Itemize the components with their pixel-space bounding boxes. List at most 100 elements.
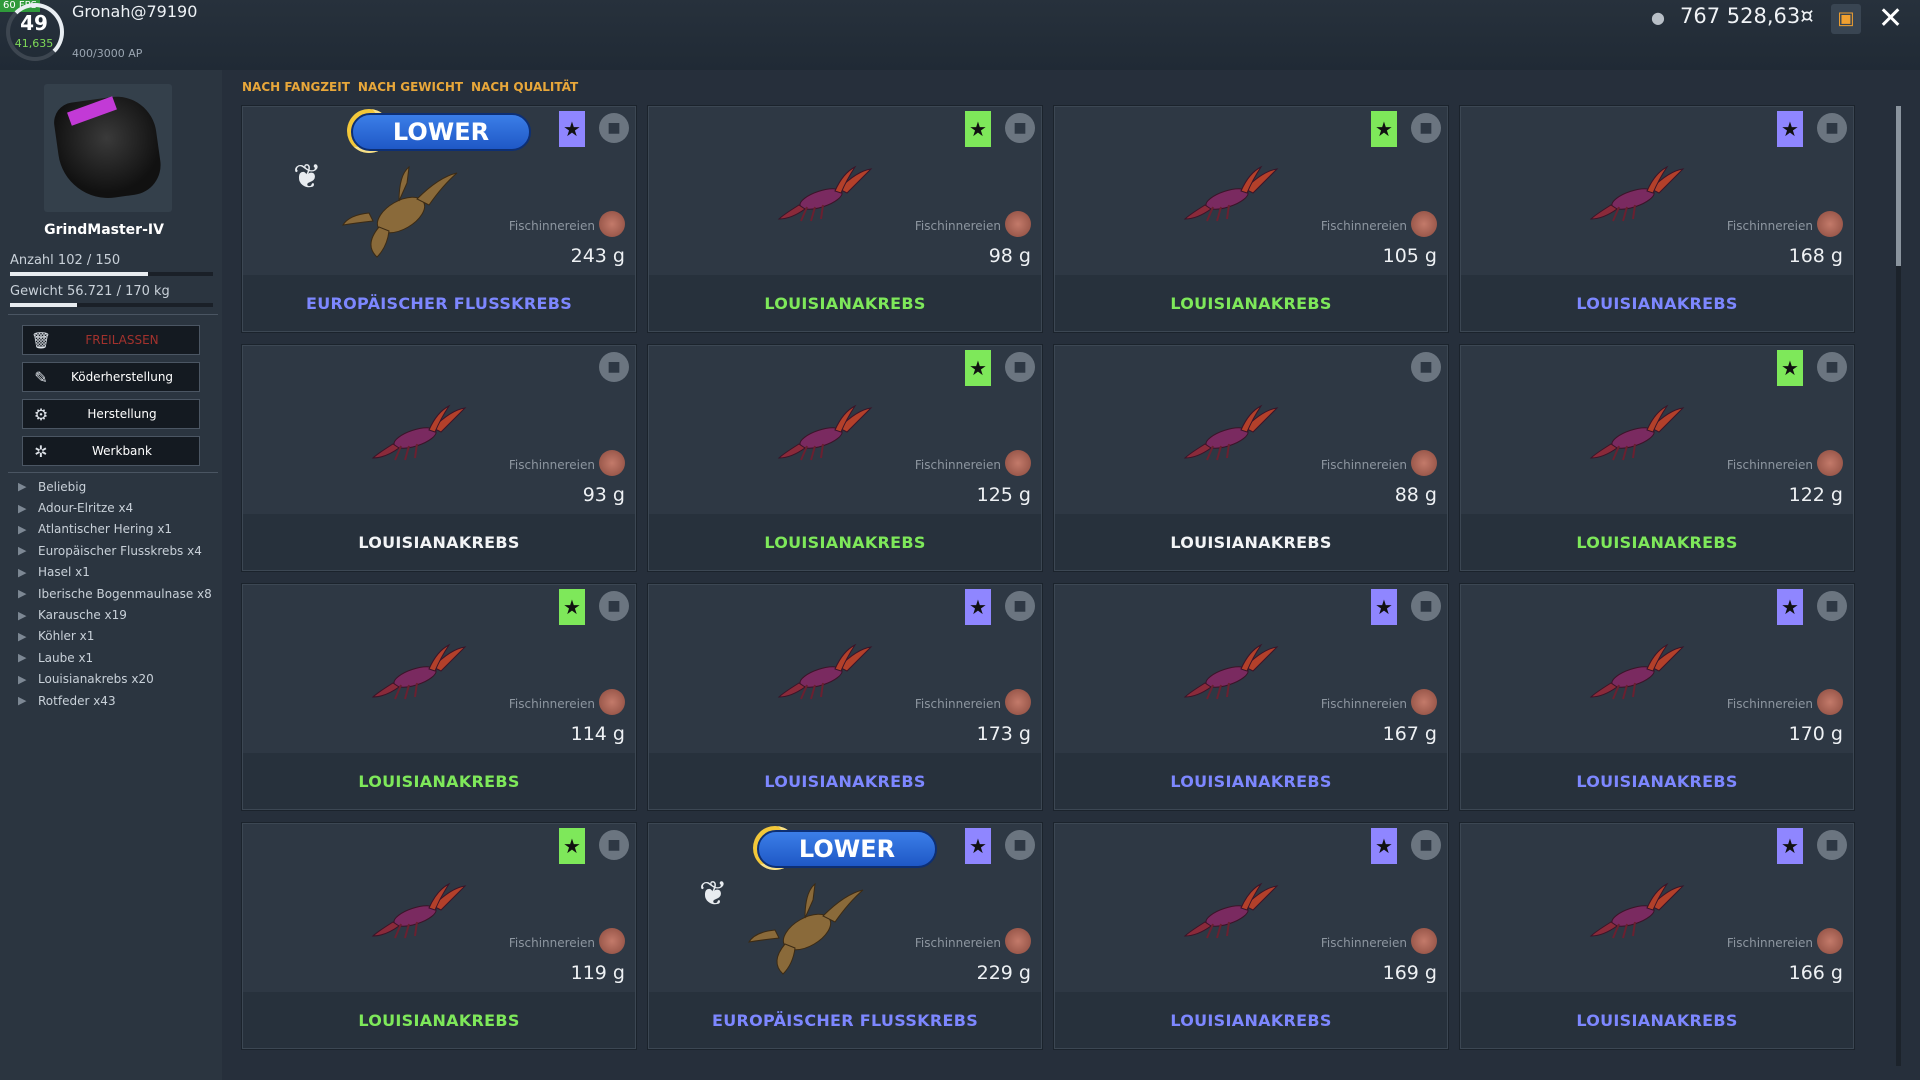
catch-card[interactable]: ■ Fischinnereien 93 g LOUISIANAKREBS [242,345,636,571]
favorite-star-icon[interactable]: ★ [559,828,585,864]
workbench-button-label: Werkbank [92,444,152,458]
camera-icon[interactable]: ■ [599,352,629,382]
scrollbar-thumb[interactable] [1896,106,1901,266]
lower-badge: LOWER [351,113,531,151]
filter-item[interactable]: ▶ Iberische Bogenmaulnase x8 [18,583,212,604]
filter-item[interactable]: ▶ Köhler x1 [18,626,212,647]
camera-icon[interactable]: ■ [599,830,629,860]
filter-item[interactable]: ▶ Louisianakrebs x20 [18,669,212,690]
crayfish-image [777,165,873,223]
count-value: 102 / 150 [57,253,121,268]
catch-card[interactable]: ★ ■ Fischinnereien 105 g LOUISIANAKREBS [1054,106,1448,332]
camera-icon[interactable]: ■ [1411,591,1441,621]
catch-card[interactable]: ★ ■ Fischinnereien 166 g LOUISIANAKREBS [1460,823,1854,1049]
filter-item[interactable]: ▶ Beliebig [18,476,212,497]
workbench-button[interactable]: ✲ Werkbank [22,436,200,466]
catch-name: LOUISIANAKREBS [243,514,635,570]
camera-icon[interactable]: ■ [1005,591,1035,621]
favorite-star-icon[interactable]: ★ [965,828,991,864]
camera-icon[interactable]: ■ [599,591,629,621]
filter-item[interactable]: ▶ Atlantischer Hering x1 [18,519,212,540]
catch-card[interactable]: ★ ■ Fischinnereien 167 g LOUISIANAKREBS [1054,584,1448,810]
filter-item[interactable]: ▶ Hasel x1 [18,562,212,583]
bait-icon [1005,450,1031,476]
camera-icon[interactable]: ■ [1817,352,1847,382]
expand-triangle-icon: ▶ [18,565,27,579]
sort-by-time[interactable]: NACH FANGZEIT [242,80,350,94]
filter-item-label: Beliebig [38,479,87,494]
scrollbar[interactable] [1896,106,1901,1066]
favorite-star-icon[interactable]: ★ [559,589,585,625]
catch-card[interactable]: ★ ■ Fischinnereien 170 g LOUISIANAKREBS [1460,584,1854,810]
count-bar-fill [10,272,149,276]
camera-icon[interactable]: ■ [1411,830,1441,860]
bag-button[interactable]: ▣ [1831,4,1861,34]
favorite-star-icon[interactable]: ★ [1777,589,1803,625]
crayfish-image [777,404,873,462]
filter-item-label: Atlantischer Hering x1 [38,522,173,537]
bait-label: Fischinnereien [1726,458,1813,472]
species-filter-tree: ▶ Beliebig ▶ Adour-Elritze x4 ▶ Atlantischer … [18,476,212,711]
bait-icon [1411,211,1437,237]
filter-item-label: Köhler x1 [38,629,95,644]
favorite-star-icon[interactable]: ★ [1371,828,1397,864]
expand-triangle-icon: ▶ [18,480,27,494]
bait-icon [599,211,625,237]
camera-icon[interactable]: ■ [1817,830,1847,860]
count-stat: Anzahl 102 / 150 [10,253,120,268]
money-balance: 767 528,63¤ [1680,4,1814,28]
camera-icon[interactable]: ■ [599,113,629,143]
camera-icon[interactable]: ■ [1005,830,1035,860]
catch-card[interactable]: ★ ■ Fischinnereien 119 g LOUISIANAKREBS [242,823,636,1049]
catch-card[interactable]: ★ ■ Fischinnereien 122 g LOUISIANAKREBS [1460,345,1854,571]
camera-icon[interactable]: ■ [1411,113,1441,143]
catch-card[interactable]: ★ ■ Fischinnereien 173 g LOUISIANAKREBS [648,584,1042,810]
crayfish-image [1589,165,1685,223]
catch-card[interactable]: LOWER ❦ ★ ■ Fischinnereien 243 g EUROPÄISCHER … [242,106,636,332]
catch-card[interactable]: ■ Fischinnereien 88 g LOUISIANAKREBS [1054,345,1448,571]
favorite-star-icon[interactable]: ★ [1371,111,1397,147]
sort-by-weight[interactable]: NACH GEWICHT [358,80,463,94]
top-bar: 60 FPS 49 41,635 Gronah@79190 400/3000 A… [0,0,1920,70]
bait-label: Fischinnereien [914,936,1001,950]
catch-card[interactable]: ★ ■ Fischinnereien 168 g LOUISIANAKREBS [1460,106,1854,332]
filter-item[interactable]: ▶ Laube x1 [18,647,212,668]
favorite-star-icon[interactable]: ★ [1777,111,1803,147]
catch-name: LOUISIANAKREBS [243,992,635,1048]
release-button[interactable]: 🗑 FREILASSEN [22,325,200,355]
catch-name: EUROPÄISCHER FLUSSKREBS [243,275,635,331]
bait-crafting-button[interactable]: ✎ Köderherstellung [22,362,200,392]
favorite-star-icon[interactable]: ★ [1777,350,1803,386]
camera-icon[interactable]: ■ [1411,352,1441,382]
filter-item[interactable]: ▶ Adour-Elritze x4 [18,497,212,518]
camera-icon[interactable]: ■ [1005,113,1035,143]
favorite-star-icon[interactable]: ★ [965,111,991,147]
filter-item-label: Europäischer Flusskrebs x4 [38,543,202,558]
close-button[interactable]: ✕ [1878,2,1903,36]
filter-item[interactable]: ▶ Rotfeder x43 [18,690,212,711]
favorite-star-icon[interactable]: ★ [965,350,991,386]
expand-triangle-icon: ▶ [18,608,27,622]
catch-card[interactable]: ★ ■ Fischinnereien 98 g LOUISIANAKREBS [648,106,1042,332]
camera-icon[interactable]: ■ [1817,113,1847,143]
catch-card[interactable]: ★ ■ Fischinnereien 169 g LOUISIANAKREBS [1054,823,1448,1049]
favorite-star-icon[interactable]: ★ [1777,828,1803,864]
favorite-star-icon[interactable]: ★ [965,589,991,625]
camera-icon[interactable]: ■ [1005,352,1035,382]
filter-item[interactable]: ▶ Karausche x19 [18,604,212,625]
expand-triangle-icon: ▶ [18,651,27,665]
crafting-button[interactable]: ⚙ Herstellung [22,399,200,429]
bait-label: Fischinnereien [1726,219,1813,233]
catch-card[interactable]: ★ ■ Fischinnereien 114 g LOUISIANAKREBS [242,584,636,810]
filter-item[interactable]: ▶ Europäischer Flusskrebs x4 [18,540,212,561]
bait-label: Fischinnereien [914,458,1001,472]
favorite-star-icon[interactable]: ★ [559,111,585,147]
camera-icon[interactable]: ■ [1817,591,1847,621]
catch-card[interactable]: ★ ■ Fischinnereien 125 g LOUISIANAKREBS [648,345,1042,571]
bait-label: Fischinnereien [508,219,595,233]
sort-by-quality[interactable]: NACH QUALITÄT [471,80,578,94]
catch-card[interactable]: LOWER ❦ ★ ■ Fischinnereien 229 g EUROPÄISCHER … [648,823,1042,1049]
catch-weight: 243 g [570,245,625,267]
favorite-star-icon[interactable]: ★ [1371,589,1397,625]
catch-name: LOUISIANAKREBS [243,753,635,809]
